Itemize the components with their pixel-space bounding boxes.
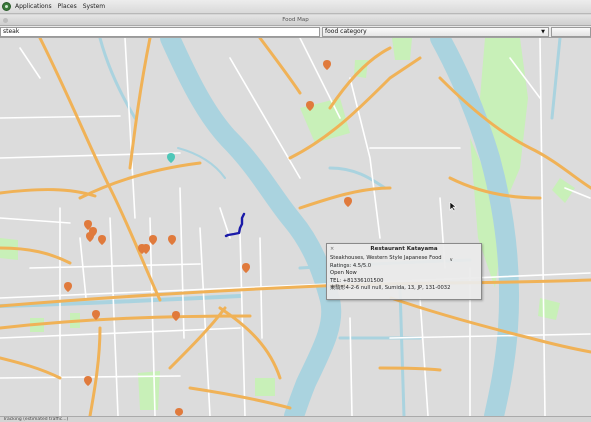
top-panel: Applications Places System (0, 0, 591, 14)
popup-title: Restaurant Katayama (370, 246, 438, 252)
search-input[interactable]: steak (0, 27, 320, 37)
window-menu-icon[interactable] (3, 18, 8, 23)
menu-applications[interactable]: Applications (14, 3, 53, 10)
category-select[interactable]: food category ▼ (322, 27, 549, 37)
close-icon[interactable]: × (330, 246, 334, 252)
popup-status: Open Now (330, 270, 357, 277)
map-canvas (0, 38, 591, 416)
popup-categories: Steakhouses, Western Style Japanese Food (330, 255, 442, 261)
status-bar: Tracking (estimated traffic...) (0, 416, 591, 422)
menu-system[interactable]: System (82, 3, 106, 10)
restaurant-popup: × Restaurant Katayama ∨ Steakhouses, Wes… (326, 243, 482, 300)
popup-rating: Ratings: 4.5/5.0 (330, 262, 372, 269)
status-text: Tracking (estimated traffic...) (3, 417, 69, 422)
mouse-cursor-icon (449, 202, 457, 212)
distro-logo-icon[interactable] (2, 2, 11, 11)
window-title: Food Map (282, 17, 309, 23)
map-view[interactable]: × Restaurant Katayama ∨ Steakhouses, Wes… (0, 38, 591, 416)
app-root: Applications Places System Food Map stea… (0, 0, 591, 422)
collapse-icon[interactable]: ∨ (449, 257, 453, 263)
category-select-value: food category (325, 28, 367, 35)
chevron-down-icon: ▼ (541, 29, 545, 35)
menu-places[interactable]: Places (57, 3, 78, 10)
window-titlebar[interactable]: Food Map (0, 15, 591, 26)
popup-address: 東駒形4-2-6 null null, Sumida, 13, JP, 131-… (330, 285, 451, 292)
search-button[interactable] (551, 27, 591, 37)
search-bar: steak food category ▼ (0, 26, 591, 38)
